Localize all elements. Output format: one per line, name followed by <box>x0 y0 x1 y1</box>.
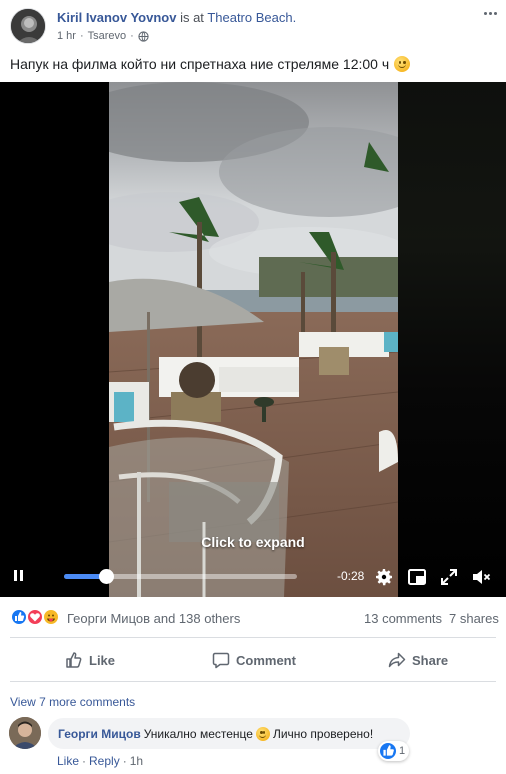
click-to-expand-label[interactable]: Click to expand <box>0 534 506 550</box>
video-controls: -0:28 <box>0 557 506 597</box>
comment-actions: Like · Reply · 1h <box>57 754 143 768</box>
reaction-icons[interactable] <box>10 608 66 628</box>
smile-emoji-icon <box>255 726 270 741</box>
comment-like-link[interactable]: Like <box>57 754 79 768</box>
post-time[interactable]: 1 hr <box>57 30 76 42</box>
separator: · <box>122 754 127 768</box>
comment-like-number: 1 <box>399 745 406 757</box>
picture-in-picture-icon[interactable] <box>407 567 427 587</box>
comment-author-link[interactable]: Георги Мицов <box>58 727 141 741</box>
reaction-names-link[interactable]: Георги Мицов and 138 others <box>67 611 240 626</box>
more-options-button[interactable] <box>480 6 500 20</box>
commenter-avatar[interactable] <box>9 717 41 749</box>
view-more-comments-link[interactable]: View 7 more comments <box>10 695 135 709</box>
care-reaction-icon <box>42 608 60 626</box>
comment-time[interactable]: 1h <box>130 754 143 768</box>
like-label: Like <box>89 652 116 668</box>
author-avatar[interactable] <box>10 8 46 44</box>
action-bar: Like Comment Share <box>0 643 506 677</box>
post-text: Напук на филма който ни спретнаха ние ст… <box>10 56 411 72</box>
dot-icon <box>488 11 492 15</box>
thumbs-up-icon <box>66 652 82 668</box>
video-player[interactable]: Click to expand -0:28 <box>0 82 506 597</box>
author-name-link[interactable]: Kiril Ivanov Yovnov <box>57 10 176 25</box>
separator: · <box>82 754 87 768</box>
like-button[interactable]: Like <box>65 643 115 677</box>
comment-like-count[interactable]: 1 <box>378 741 410 761</box>
comment-count-link[interactable]: 13 comments <box>364 611 442 626</box>
comment-reply-link[interactable]: Reply <box>89 754 120 768</box>
meta-separator: · <box>79 30 84 42</box>
divider <box>10 681 496 682</box>
author-line: Kiril Ivanov Yovnov is at Theatro Beach. <box>57 10 296 25</box>
comment-icon <box>212 652 230 669</box>
divider <box>10 637 496 638</box>
meta-separator: · <box>130 30 134 42</box>
dot-icon <box>493 11 497 15</box>
pause-icon <box>14 570 17 581</box>
video-frame[interactable] <box>109 82 398 597</box>
pause-icon <box>20 570 23 581</box>
dot-icon <box>483 11 487 15</box>
progress-handle[interactable] <box>98 569 114 584</box>
comment-label: Comment <box>236 652 296 668</box>
globe-icon <box>138 30 149 42</box>
fullscreen-icon[interactable] <box>439 567 459 587</box>
comment-button[interactable]: Comment <box>212 643 296 677</box>
place-link[interactable]: Theatro Beach. <box>207 10 296 25</box>
checkin-text: is at <box>180 10 204 25</box>
gear-icon[interactable] <box>374 567 394 587</box>
reactions-summary: Георги Мицов and 138 others 13 comments … <box>0 606 506 630</box>
comment-text: Уникално местенце <box>143 726 253 741</box>
share-label: Share <box>412 652 449 668</box>
comment-text-end: Лично проверено! <box>272 726 374 741</box>
smile-emoji-icon <box>394 56 411 72</box>
post-header: Kiril Ivanov Yovnov is at Theatro Beach.… <box>0 0 506 50</box>
mute-icon[interactable] <box>471 567 491 587</box>
time-remaining: -0:28 <box>337 569 365 583</box>
post-body: Напук на филма който ни спретнаха ние ст… <box>10 56 390 72</box>
share-count-link[interactable]: 7 shares <box>449 611 499 626</box>
share-icon <box>388 652 406 668</box>
share-button[interactable]: Share <box>388 643 448 677</box>
comment-bubble: Георги Мицов Уникално местенце Лично про… <box>48 718 410 749</box>
like-reaction-icon <box>380 743 396 759</box>
progress-bar[interactable] <box>64 569 297 584</box>
post-meta: 1 hr · Tsarevo · <box>57 30 149 42</box>
post-location[interactable]: Tsarevo <box>88 30 127 42</box>
pause-button[interactable] <box>12 569 26 583</box>
video-side-blur <box>398 82 506 597</box>
